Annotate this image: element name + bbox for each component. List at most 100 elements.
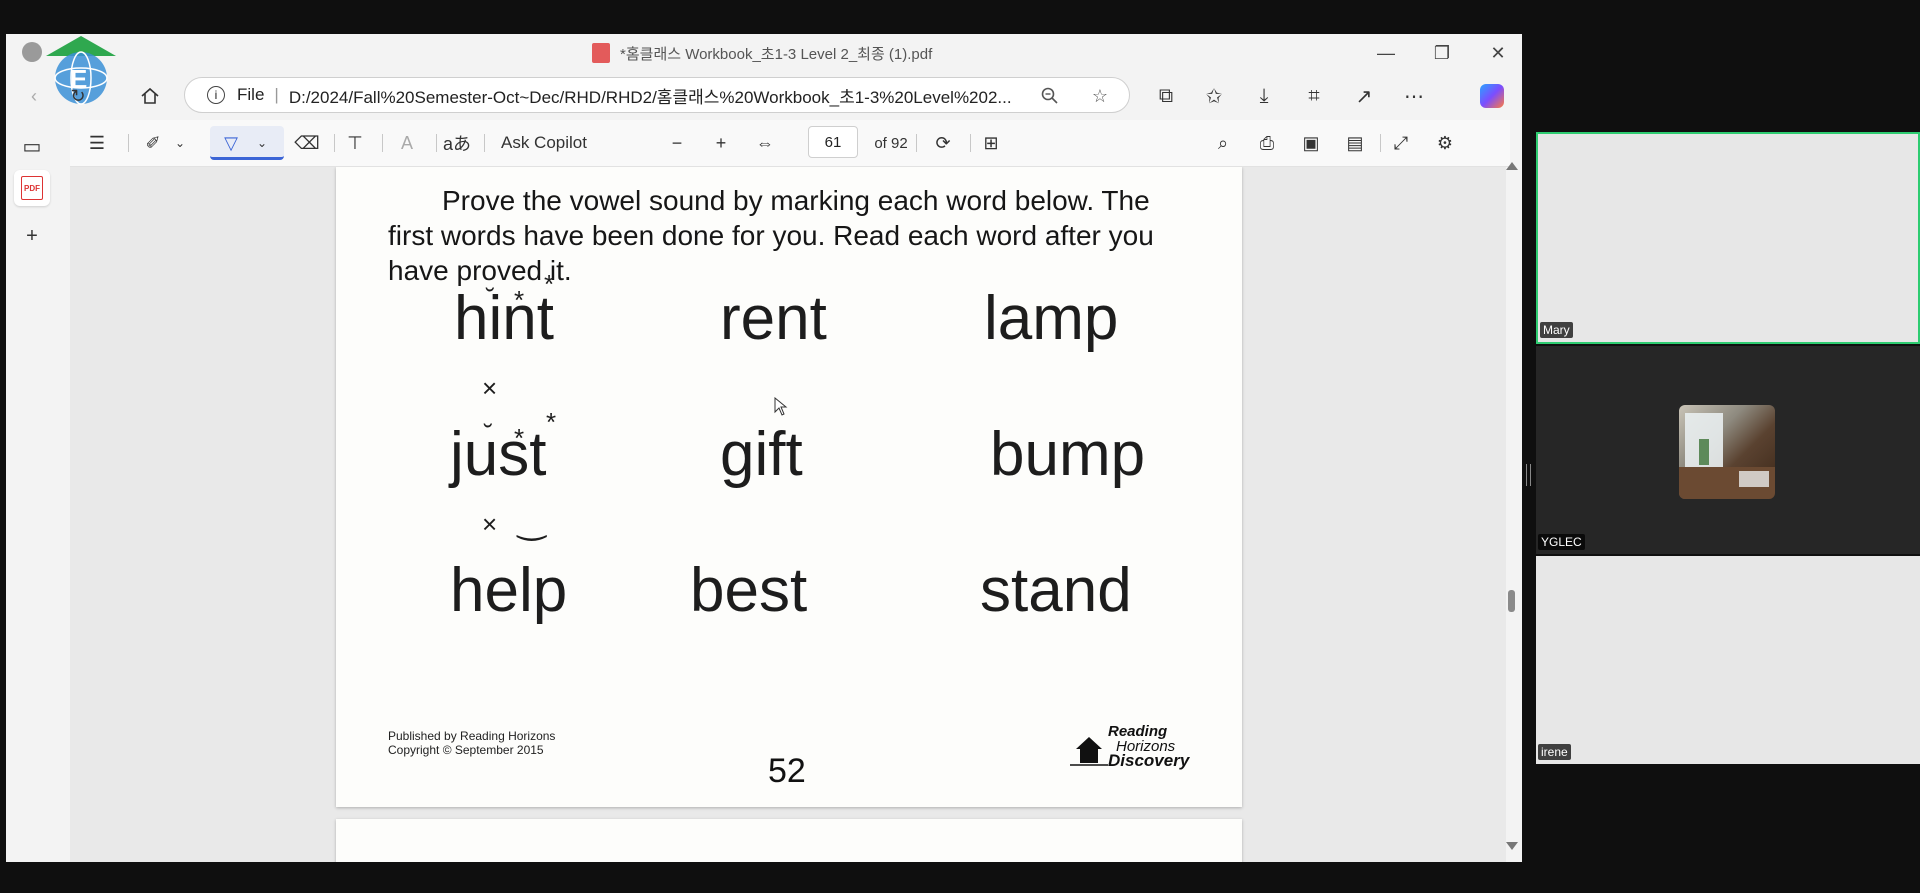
word-best: best xyxy=(690,556,808,625)
zoom-in-icon[interactable]: + xyxy=(706,120,736,166)
home-button[interactable] xyxy=(132,72,168,120)
save-as-icon[interactable]: ▤ xyxy=(1340,120,1370,166)
save-icon[interactable]: ▣ xyxy=(1296,120,1326,166)
page-number: 52 xyxy=(768,752,806,790)
translate-icon[interactable]: aあ xyxy=(442,120,472,166)
brand-discovery: Discovery xyxy=(1108,751,1190,770)
breve-mark: ˘ xyxy=(484,419,493,449)
back-button[interactable]: ‹ xyxy=(16,72,52,120)
word-stand: stand xyxy=(980,556,1132,625)
scroll-thumb[interactable] xyxy=(1508,590,1515,612)
print-icon[interactable]: ⎙ xyxy=(1252,120,1282,166)
toolbar-divider xyxy=(382,134,383,152)
extensions-icon[interactable]: ⧉ xyxy=(1144,72,1188,120)
contents-list-icon[interactable]: ☰ xyxy=(82,120,112,166)
sidebar-rail: ▭ PDF + ✎ xyxy=(6,120,58,862)
pdf-page: Prove the vowel sound by marking each wo… xyxy=(336,167,1242,807)
participant-name: Mary xyxy=(1540,322,1573,338)
title-bar: *홈클래스 Workbook_초1-3 Level 2_최종 (1).pdf —… xyxy=(6,34,1522,72)
pdf-toolbar: ☰ ✐ ⌄ ▽ ⌄ ⌫ ⊤ A aあ Ask Copilot − + ⇔ 61 … xyxy=(70,120,1510,167)
cross-mark: × xyxy=(482,509,498,539)
word-lamp: lamp xyxy=(984,284,1119,353)
panel-splitter-handle[interactable] xyxy=(1526,464,1531,486)
ask-copilot-button[interactable]: Ask Copilot xyxy=(494,120,594,166)
protocol-label: File xyxy=(237,85,265,104)
video-tile-yglec[interactable]: YGLEC xyxy=(1536,346,1920,554)
word-rent: rent xyxy=(720,284,827,353)
house-logo-icon xyxy=(1070,737,1108,766)
edge-browser-window: *홈클래스 Workbook_초1-3 Level 2_최종 (1).pdf —… xyxy=(6,34,1522,862)
tab-pdf[interactable]: PDF xyxy=(14,170,50,206)
share-icon[interactable]: ↗ xyxy=(1342,72,1386,120)
word-just: just xyxy=(450,420,547,489)
close-button[interactable]: ✕ xyxy=(1470,34,1522,72)
screenshot-icon[interactable]: ⌗ xyxy=(1292,72,1336,120)
word-help: help xyxy=(450,556,568,625)
zoom-icon[interactable] xyxy=(1032,72,1068,120)
minimize-button[interactable]: — xyxy=(1358,34,1414,72)
favorite-star-icon[interactable]: ☆ xyxy=(1082,72,1118,120)
home-icon xyxy=(141,87,159,104)
page-number-input[interactable]: 61 xyxy=(808,126,858,158)
video-tile-irene[interactable]: irene xyxy=(1536,556,1920,764)
word-bump: bump xyxy=(990,420,1146,489)
mouse-cursor-icon xyxy=(774,397,788,416)
favorites-icon[interactable]: ✩ xyxy=(1192,72,1236,120)
video-tile-mary[interactable]: Mary xyxy=(1536,132,1920,344)
draw-icon[interactable]: ✐ xyxy=(138,120,168,166)
pdf-file-icon xyxy=(592,43,610,63)
toolbar-divider xyxy=(916,134,917,152)
downloads-icon[interactable]: ⤓ xyxy=(1242,72,1286,120)
vertical-scrollbar[interactable] xyxy=(1502,120,1522,862)
copilot-icon[interactable] xyxy=(1480,84,1504,108)
participant-name: irene xyxy=(1538,744,1571,760)
refresh-icon[interactable]: ↻ xyxy=(60,72,96,120)
toolbar-divider xyxy=(128,134,129,152)
url-text: D:/2024/Fall%20Semester-Oct~Dec/RHD/RHD2… xyxy=(288,87,1012,107)
breve-mark: ˘ xyxy=(486,283,495,313)
pdf-icon: PDF xyxy=(21,176,43,200)
search-icon[interactable]: ⌕ xyxy=(1208,120,1238,166)
instruction-text: Prove the vowel sound by marking each wo… xyxy=(388,185,1154,286)
toolbar-divider xyxy=(484,134,485,152)
read-aloud-icon[interactable]: A xyxy=(392,120,422,166)
cross-mark: × xyxy=(482,373,498,403)
text-box-icon[interactable]: ⊤ xyxy=(340,120,370,166)
star-mark: * xyxy=(546,407,557,437)
star-mark: * xyxy=(514,285,525,315)
participant-video-thumbnail xyxy=(1679,405,1775,499)
pdf-viewer[interactable]: Prove the vowel sound by marking each wo… xyxy=(70,167,1506,862)
rotate-icon[interactable]: ⟳ xyxy=(928,120,958,166)
highlight-options-chevron-icon[interactable]: ⌄ xyxy=(252,120,272,166)
eraser-icon[interactable]: ⌫ xyxy=(292,120,322,166)
info-icon[interactable]: i xyxy=(207,86,225,104)
address-bar[interactable]: i File | D:/2024/Fall%20Semester-Oct~Dec… xyxy=(184,77,1130,113)
toolbar-divider xyxy=(1380,134,1381,152)
page-view-icon[interactable]: ⊞ xyxy=(976,120,1006,166)
toolbar-divider xyxy=(334,134,335,152)
page-total-label: of 92 xyxy=(874,134,908,152)
copyright-line: Copyright © September 2015 xyxy=(388,743,544,757)
settings-gear-icon[interactable]: ⚙ xyxy=(1430,120,1460,166)
toolbar-divider xyxy=(970,134,971,152)
more-icon[interactable]: ⋯ xyxy=(1392,72,1436,120)
sidebar-toggle-icon[interactable]: ▭ xyxy=(14,128,50,164)
scroll-down-arrow-icon[interactable] xyxy=(1506,842,1518,850)
scroll-up-arrow-icon[interactable] xyxy=(1506,162,1518,170)
restore-button[interactable]: ❐ xyxy=(1414,34,1470,72)
highlight-icon[interactable]: ▽ xyxy=(216,120,246,166)
pdf-next-page xyxy=(336,819,1242,862)
fullscreen-icon[interactable]: ⤢ xyxy=(1386,120,1416,166)
window-title-text: *홈클래스 Workbook_초1-3 Level 2_최종 (1).pdf xyxy=(620,45,933,63)
window-title: *홈클래스 Workbook_초1-3 Level 2_최종 (1).pdf xyxy=(592,34,932,72)
draw-options-chevron-icon[interactable]: ⌄ xyxy=(170,120,190,166)
new-tab-plus-icon[interactable]: + xyxy=(14,218,50,254)
star-mark: * xyxy=(544,269,555,299)
zoom-out-icon[interactable]: − xyxy=(662,120,692,166)
star-mark: * xyxy=(514,423,525,453)
address-row: ‹ ↻ i File | D:/2024/Fall%20Semester-Oct… xyxy=(6,72,1522,120)
toolbar-divider xyxy=(436,134,437,152)
publisher-line: Published by Reading Horizons xyxy=(388,729,556,743)
fit-width-icon[interactable]: ⇔ xyxy=(750,120,780,166)
reading-horizons-logo: Reading Horizons Discovery xyxy=(1070,721,1192,773)
